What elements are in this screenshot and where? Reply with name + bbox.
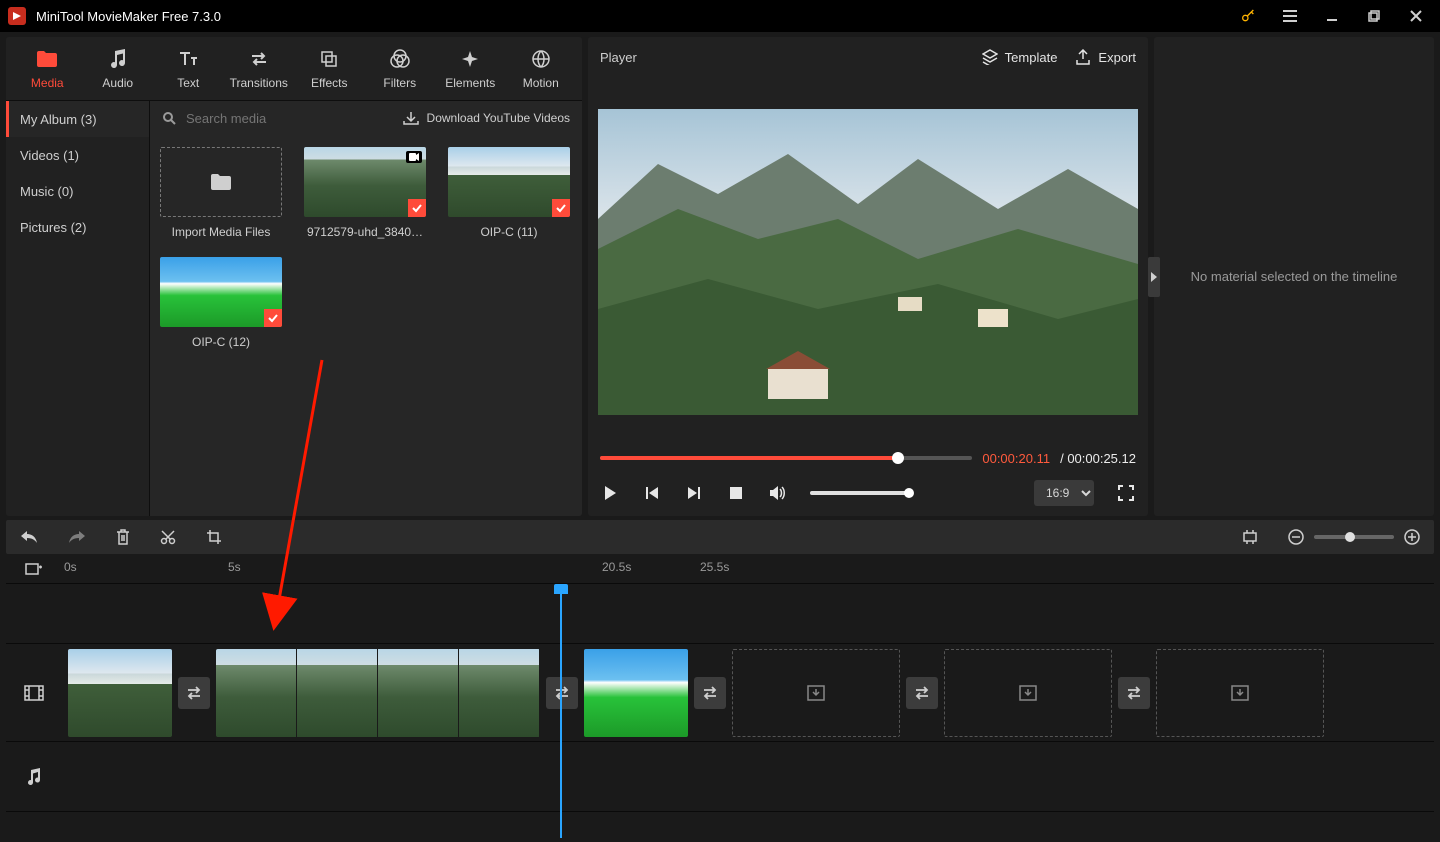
track-header-overlay[interactable] (6, 584, 62, 644)
license-key-button[interactable] (1232, 2, 1264, 30)
app-title: MiniTool MovieMaker Free 7.3.0 (36, 9, 221, 24)
undo-button[interactable] (20, 530, 38, 544)
transition-slot[interactable] (694, 677, 726, 709)
sidebar-item-pictures[interactable]: Pictures (2) (6, 209, 149, 245)
main-tabs: Media Audio Text Transitions Effects (6, 37, 582, 101)
download-youtube-button[interactable]: Download YouTube Videos (403, 111, 570, 125)
zoom-in-button[interactable] (1404, 529, 1420, 545)
next-frame-button[interactable] (684, 483, 704, 503)
zoom-slider[interactable] (1314, 535, 1394, 539)
check-badge-icon (552, 199, 570, 217)
timeline-clip[interactable] (216, 649, 540, 737)
total-time: 00:00:25.12 (1067, 451, 1136, 466)
empty-clip-slot[interactable] (944, 649, 1112, 737)
add-track-button[interactable] (6, 554, 62, 583)
sidebar-item-myalbum[interactable]: My Album (3) (6, 101, 149, 137)
redo-button[interactable] (68, 530, 86, 544)
timeline: 0s 5s 20.5s 25.5s (6, 554, 1434, 838)
transition-slot[interactable] (1118, 677, 1150, 709)
seek-bar[interactable]: 00:00:20.11 / 00:00:25.12 (588, 446, 1148, 470)
player-title: Player (600, 50, 637, 65)
transition-slot[interactable] (906, 677, 938, 709)
film-icon (24, 685, 44, 701)
ruler-tick: 25.5s (700, 560, 729, 574)
empty-clip-slot[interactable] (1156, 649, 1324, 737)
media-panel: Media Audio Text Transitions Effects (6, 37, 582, 516)
zoom-out-button[interactable] (1288, 529, 1304, 545)
timeline-ruler[interactable]: 0s 5s 20.5s 25.5s (6, 554, 1434, 584)
timeline-clip[interactable] (584, 649, 688, 737)
tab-effects[interactable]: Effects (294, 37, 365, 100)
music-note-icon (26, 768, 42, 786)
text-icon (178, 48, 198, 70)
current-time: 00:00:20.11 (982, 451, 1050, 466)
ruler-tick: 0s (64, 560, 77, 574)
ruler-tick: 5s (228, 560, 241, 574)
folder-icon (36, 48, 58, 70)
tab-elements[interactable]: Elements (435, 37, 506, 100)
swap-icon (249, 48, 269, 70)
export-button[interactable]: Export (1075, 49, 1136, 65)
video-badge-icon (406, 151, 422, 163)
search-icon (162, 111, 176, 125)
tab-text[interactable]: Text (153, 37, 224, 100)
import-media-card[interactable]: Import Media Files (160, 147, 282, 239)
track-header-audio[interactable] (6, 742, 62, 812)
media-card-image1[interactable]: OIP-C (11) (448, 147, 570, 239)
minimize-button[interactable] (1316, 2, 1348, 30)
music-note-icon (109, 48, 127, 70)
app-logo (8, 7, 26, 25)
sidebar-item-videos[interactable]: Videos (1) (6, 137, 149, 173)
media-card-video[interactable]: 9712579-uhd_3840… (304, 147, 426, 239)
collapse-panel-button[interactable] (1148, 257, 1160, 297)
fullscreen-button[interactable] (1116, 483, 1136, 503)
stop-button[interactable] (726, 483, 746, 503)
tab-filters[interactable]: Filters (365, 37, 436, 100)
maximize-button[interactable] (1358, 2, 1390, 30)
export-icon (1075, 49, 1091, 65)
tab-transitions[interactable]: Transitions (224, 37, 295, 100)
empty-selection-msg: No material selected on the timeline (1191, 269, 1398, 284)
preview-canvas (588, 77, 1148, 446)
folder-icon (210, 173, 232, 191)
properties-panel: No material selected on the timeline (1154, 37, 1434, 516)
sparkle-icon (461, 48, 479, 70)
media-bin: Download YouTube Videos Import Media Fil… (150, 101, 582, 516)
ruler-tick: 20.5s (602, 560, 631, 574)
edit-toolbar (6, 520, 1434, 554)
volume-button[interactable] (768, 483, 788, 503)
media-sidebar: My Album (3) Videos (1) Music (0) Pictur… (6, 101, 150, 516)
split-button[interactable] (160, 529, 176, 545)
check-badge-icon (264, 309, 282, 327)
search-input[interactable] (184, 110, 364, 127)
template-button[interactable]: Template (982, 49, 1058, 65)
layers-icon (320, 48, 338, 70)
transition-slot[interactable] (546, 677, 578, 709)
player-panel: Player Template Export (588, 37, 1148, 516)
globe-icon (532, 48, 550, 70)
fit-timeline-button[interactable] (1242, 529, 1258, 545)
sidebar-item-music[interactable]: Music (0) (6, 173, 149, 209)
prev-frame-button[interactable] (642, 483, 662, 503)
empty-clip-slot[interactable] (732, 649, 900, 737)
volume-slider[interactable] (810, 491, 910, 495)
aspect-ratio-select[interactable]: 16:9 (1034, 480, 1094, 506)
check-badge-icon (408, 199, 426, 217)
hamburger-menu-button[interactable] (1274, 2, 1306, 30)
play-button[interactable] (600, 483, 620, 503)
template-icon (982, 49, 998, 65)
titlebar: MiniTool MovieMaker Free 7.3.0 (0, 0, 1440, 32)
tab-motion[interactable]: Motion (506, 37, 577, 100)
venn-icon (389, 48, 411, 70)
crop-button[interactable] (206, 529, 222, 545)
delete-button[interactable] (116, 529, 130, 545)
tab-media[interactable]: Media (12, 37, 83, 100)
transition-slot[interactable] (178, 677, 210, 709)
media-card-image2[interactable]: OIP-C (12) (160, 257, 282, 349)
track-header-video[interactable] (6, 644, 62, 742)
timeline-clip[interactable] (68, 649, 172, 737)
preview-frame (598, 109, 1138, 415)
tab-audio[interactable]: Audio (83, 37, 154, 100)
close-button[interactable] (1400, 2, 1432, 30)
